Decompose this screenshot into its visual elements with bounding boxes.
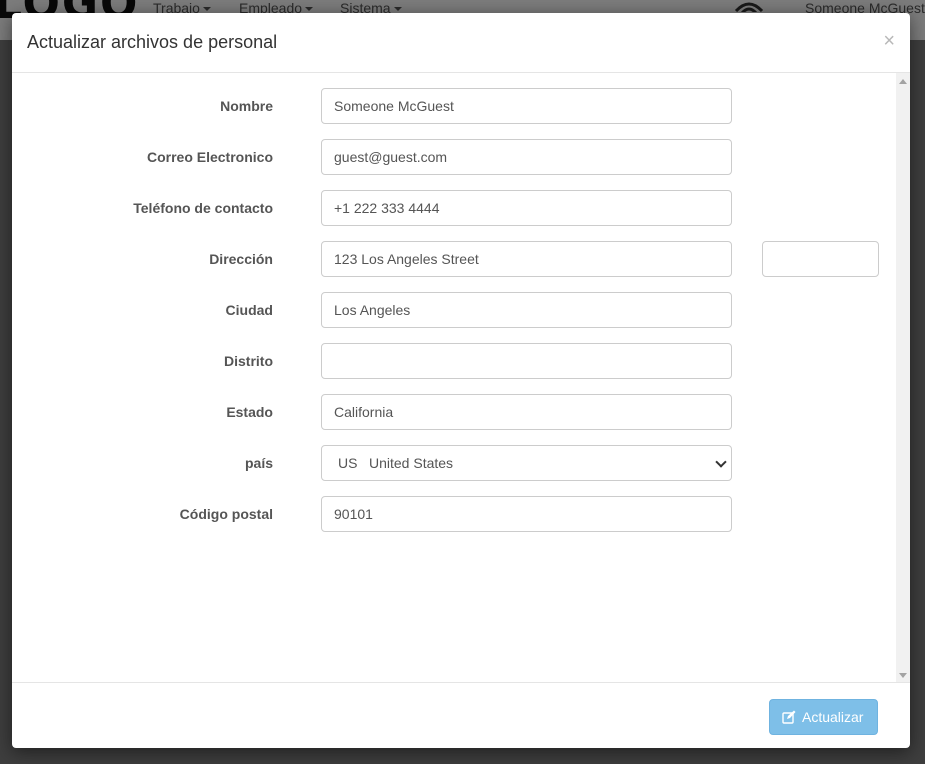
telefono-input[interactable]: +1 222 333 4444 [321,190,732,226]
direccion-input[interactable]: 123 Los Angeles Street [321,241,732,277]
modal-body: Nombre Someone McGuest Correo Electronic… [12,73,910,682]
codigo-postal-label: Código postal [179,506,273,522]
nombre-label: Nombre [220,98,273,114]
form-row-correo: Correo Electronico guest@guest.com [12,139,892,175]
scroll-down-icon[interactable] [899,673,907,678]
scroll-up-icon[interactable] [899,79,907,84]
codigo-postal-input[interactable]: 90101 [321,496,732,532]
form-row-nombre: Nombre Someone McGuest [12,88,892,124]
form-row-codigo-postal: Código postal 90101 [12,496,892,532]
ciudad-input[interactable]: Los Angeles [321,292,732,328]
ciudad-label: Ciudad [225,302,273,318]
form-row-distrito: Distrito [12,343,892,379]
correo-input[interactable]: guest@guest.com [321,139,732,175]
estado-label: Estado [226,404,273,420]
modal-footer: Actualizar [12,682,910,748]
form-row-pais: país US United States [12,445,892,481]
direccion-label: Dirección [209,251,273,267]
modal-header: Actualizar archivos de personal × [12,13,910,73]
form-row-ciudad: Ciudad Los Angeles [12,292,892,328]
distrito-input[interactable] [321,343,732,379]
pais-select-name: United States [369,455,454,471]
modal-scrollbar[interactable] [896,73,910,682]
estado-input[interactable]: California [321,394,732,430]
pais-select-code: US [338,455,358,471]
distrito-label: Distrito [224,353,273,369]
edit-icon [782,702,796,724]
form-row-telefono: Teléfono de contacto +1 222 333 4444 [12,190,892,226]
update-button[interactable]: Actualizar [769,699,878,735]
telefono-label: Teléfono de contacto [133,200,273,216]
update-personnel-modal: Actualizar archivos de personal × Nombre… [12,13,910,748]
direccion-extra-input[interactable] [762,241,879,277]
chevron-down-icon [715,456,727,468]
modal-title: Actualizar archivos de personal [27,32,278,52]
form-row-estado: Estado California [12,394,892,430]
correo-label: Correo Electronico [146,149,273,165]
form-row-direccion: Dirección 123 Los Angeles Street [12,241,892,277]
nombre-input[interactable]: Someone McGuest [321,88,732,124]
pais-label: país [244,455,273,471]
pais-select[interactable]: US United States [321,445,732,481]
close-icon[interactable]: × [883,31,895,51]
update-button-label: Actualizar [802,709,864,725]
